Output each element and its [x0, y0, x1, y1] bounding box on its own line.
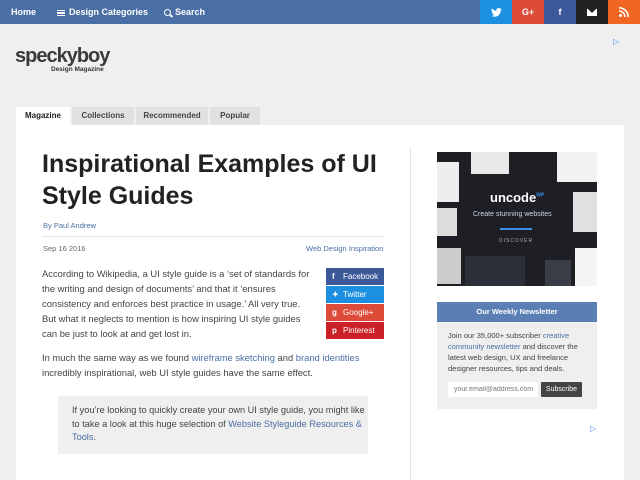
share-facebook-label: Facebook — [343, 272, 379, 281]
rss-icon[interactable] — [608, 0, 640, 24]
google-plus-icon[interactable]: G+ — [512, 0, 544, 24]
share-facebook-button[interactable]: f Facebook — [326, 268, 384, 285]
share-pinterest-label: Pinterest — [343, 326, 375, 335]
article-title: Inspirational Examples of UI Style Guide… — [42, 150, 377, 210]
share-twitter-button[interactable]: ✦ Twitter — [326, 286, 384, 303]
tab-popular[interactable]: Popular — [210, 107, 260, 125]
nav-design-categories[interactable]: Design Categories — [57, 0, 148, 24]
search-icon — [164, 9, 171, 16]
ad-brand-sup: WP — [536, 192, 545, 199]
ad-thumb-tile — [471, 152, 509, 174]
share-googleplus-label: Google+ — [343, 308, 374, 317]
tab-magazine[interactable]: Magazine — [16, 107, 70, 125]
site-logo[interactable]: speckyboy Design Magazine — [15, 43, 115, 75]
nav-home-link[interactable]: Home — [11, 0, 36, 24]
logo-wordmark: speckyboy — [15, 45, 111, 67]
article-paragraph-2: In much the same way as we found wirefra… — [42, 350, 386, 380]
logo-tagline: Design Magazine — [51, 66, 104, 73]
envelope-glyph — [587, 8, 597, 16]
pinterest-icon: p — [332, 326, 337, 335]
tab-recommended[interactable]: Recommended — [136, 107, 208, 125]
ad-thumb-tile — [437, 162, 459, 202]
brand-identities-link[interactable]: brand identities — [296, 352, 360, 363]
newsletter-heading: Our Weekly Newsletter — [437, 302, 597, 322]
nav-categories-label: Design Categories — [69, 7, 149, 17]
p2-text-a: In much the same way as we found — [42, 352, 192, 363]
ad-thumb-tile — [437, 208, 457, 236]
nl-text-a: Join our 35,000+ subscriber — [448, 331, 543, 340]
byline-prefix: By — [43, 221, 54, 230]
article-byline: By Paul Andrew — [43, 221, 96, 230]
ad-choices-icon[interactable]: ▷ — [590, 424, 596, 433]
meta-divider — [42, 236, 384, 237]
nav-search[interactable]: Search — [164, 0, 205, 24]
article-date: Sep 16 2016 — [43, 244, 86, 253]
sidebar-divider — [410, 147, 411, 480]
ad-brand-name: uncodeWP — [490, 190, 544, 205]
sidebar-ad-banner[interactable]: uncodeWP Create stunning websites DISCOV… — [437, 152, 597, 286]
ad-choices-icon[interactable]: ▷ — [613, 37, 619, 46]
google-plus-icon: g — [332, 308, 337, 317]
tab-collections[interactable]: Collections — [72, 107, 134, 125]
p2-text-b: and — [274, 352, 296, 363]
twitter-icon[interactable] — [480, 0, 512, 24]
twitter-icon: ✦ — [332, 290, 339, 299]
facebook-icon[interactable]: f — [544, 0, 576, 24]
share-pinterest-button[interactable]: p Pinterest — [326, 322, 384, 339]
nav-search-label: Search — [175, 7, 206, 17]
facebook-icon: f — [332, 272, 335, 281]
ad-thumb-tile — [545, 260, 571, 286]
ad-thumb-tile — [575, 248, 597, 286]
share-googleplus-button[interactable]: g Google+ — [326, 304, 384, 321]
p2-text-c: incredibly inspirational, web UI style g… — [42, 367, 313, 378]
ad-accent-bar — [500, 228, 532, 230]
newsletter-email-input[interactable] — [448, 382, 538, 397]
newsletter-description: Join our 35,000+ subscriber creative com… — [448, 330, 590, 374]
article-category-link[interactable]: Web Design Inspiration — [306, 244, 383, 253]
wireframe-sketching-link[interactable]: wireframe sketching — [192, 352, 275, 363]
ad-thumb-tile — [557, 152, 597, 182]
article-paragraph-1: According to Wikipedia, a UI style guide… — [42, 268, 310, 339]
ad-thumb-tile — [573, 192, 597, 232]
ad-thumb-tile — [465, 256, 525, 286]
ad-brand-text: uncode — [490, 190, 537, 205]
email-icon[interactable] — [576, 0, 608, 24]
author-link[interactable]: Paul Andrew — [54, 221, 96, 230]
ad-tagline: Create stunning websites — [473, 211, 552, 218]
menu-icon — [57, 10, 65, 16]
ad-discover-button[interactable]: DISCOVER — [499, 238, 533, 244]
ad-thumb-tile — [437, 248, 461, 284]
share-twitter-label: Twitter — [343, 290, 367, 299]
subscribe-button[interactable]: Subscribe — [541, 382, 582, 397]
callout-box: If you’re looking to quickly create your… — [58, 396, 368, 454]
callout-text-b: . — [93, 432, 97, 442]
